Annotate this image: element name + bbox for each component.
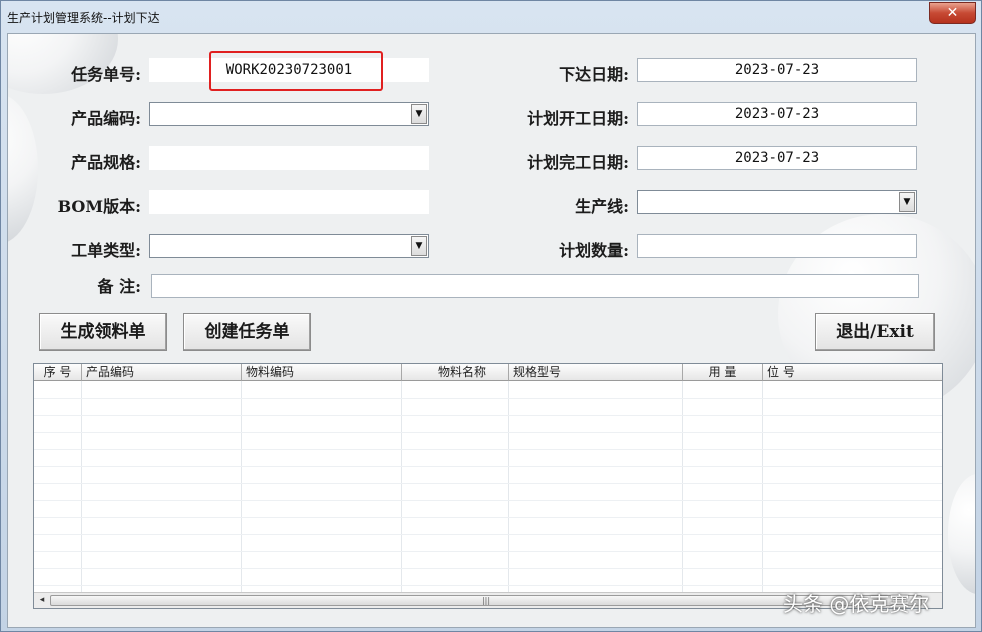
plan-start-date-label: 计划开工日期: [527, 109, 629, 128]
scroll-left-icon[interactable]: ◂ [35, 594, 49, 607]
issue-date-field[interactable]: 2023-07-23 [637, 58, 917, 82]
product-spec-label: 产品规格: [71, 153, 141, 172]
exit-button[interactable]: 退出/Exit [815, 313, 935, 351]
app-window: 生产计划管理系统--计划下达 ✕ 任务单号: WORK20230723001 产… [0, 0, 982, 632]
grid-header-seq[interactable]: 序 号 [34, 364, 82, 381]
remark-field[interactable] [151, 274, 919, 298]
generate-pick-list-button[interactable]: 生成领料单 [39, 313, 167, 351]
grid-header-usage[interactable]: 用 量 [683, 364, 763, 381]
work-order-type-label: 工单类型: [71, 241, 141, 260]
grid-header-position[interactable]: 位 号 [763, 364, 942, 381]
task-no-highlight-box [209, 51, 383, 91]
production-line-label: 生产线: [575, 197, 629, 216]
plan-start-date-field[interactable]: 2023-07-23 [637, 102, 917, 126]
decor-sphere-bottomright [948, 474, 975, 594]
chevron-down-icon[interactable]: ▼ [899, 192, 915, 212]
decor-sphere-left [8, 94, 38, 244]
close-button[interactable]: ✕ [929, 2, 976, 24]
bom-version-field[interactable] [149, 190, 429, 214]
grid-header-material-code[interactable]: 物料编码 [242, 364, 402, 381]
close-icon: ✕ [946, 5, 959, 21]
work-order-type-select[interactable]: ▼ [149, 234, 429, 258]
product-code-select[interactable]: ▼ [149, 102, 429, 126]
plan-quantity-field[interactable] [637, 234, 917, 258]
issue-date-label: 下达日期: [559, 65, 629, 84]
watermark-text: 头条 @依克赛尔 [783, 592, 930, 616]
materials-grid[interactable]: 序 号 产品编码 物料编码 物料名称 规格型号 用 量 位 号 ◂ ||| [33, 363, 943, 609]
remark-label: 备 注: [97, 277, 141, 296]
window-title: 生产计划管理系统--计划下达 [7, 11, 160, 25]
plan-end-date-label: 计划完工日期: [527, 153, 629, 172]
bom-version-label: BOM版本: [57, 197, 141, 216]
plan-end-date-field[interactable]: 2023-07-23 [637, 146, 917, 170]
grid-header-product-code[interactable]: 产品编码 [82, 364, 242, 381]
plan-quantity-label: 计划数量: [559, 241, 629, 260]
grid-header-spec-model[interactable]: 规格型号 [509, 364, 683, 381]
chevron-down-icon[interactable]: ▼ [411, 104, 427, 124]
task-no-label: 任务单号: [71, 65, 141, 84]
chevron-down-icon[interactable]: ▼ [411, 236, 427, 256]
title-bar[interactable]: 生产计划管理系统--计划下达 ✕ [1, 1, 981, 31]
create-task-button[interactable]: 创建任务单 [183, 313, 311, 351]
grid-header-material-name[interactable]: 物料名称 [402, 364, 509, 381]
product-code-label: 产品编码: [71, 109, 141, 128]
product-spec-field[interactable] [149, 146, 429, 170]
production-line-select[interactable]: ▼ [637, 190, 917, 214]
